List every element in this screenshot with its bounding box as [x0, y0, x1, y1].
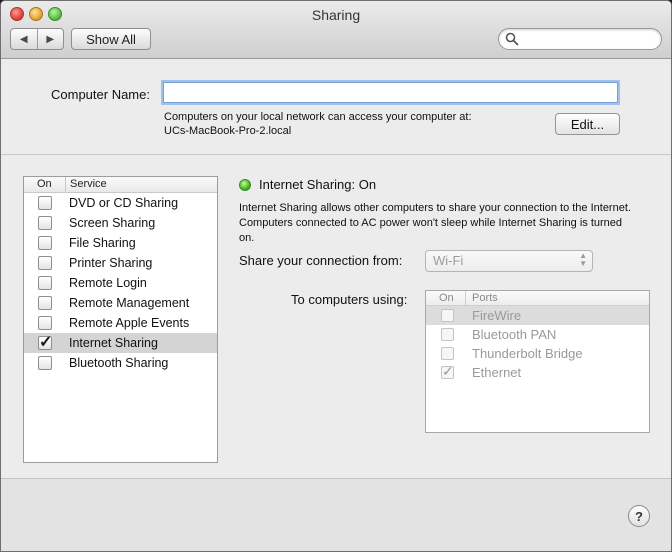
service-checkbox[interactable]	[38, 196, 52, 210]
computer-name-label: Computer Name:	[51, 87, 150, 102]
to-computers-label: To computers using:	[291, 292, 408, 307]
service-label: Printer Sharing	[69, 256, 153, 270]
search-field[interactable]	[498, 28, 662, 50]
ports-list: On Ports FireWire Bluetooth PAN Thunderb…	[425, 290, 650, 433]
service-label: Remote Login	[69, 276, 147, 290]
col-service-header[interactable]: Service	[70, 178, 107, 190]
share-from-label: Share your connection from:	[239, 253, 403, 268]
service-row-remote-login[interactable]: Remote Login	[24, 273, 217, 293]
service-row-screen-sharing[interactable]: Screen Sharing	[24, 213, 217, 233]
services-list-header: On Service	[24, 177, 217, 193]
search-icon	[505, 32, 519, 46]
service-row-dvd[interactable]: DVD or CD Sharing	[24, 193, 217, 213]
service-label: Bluetooth Sharing	[69, 356, 169, 370]
service-label: DVD or CD Sharing	[69, 196, 179, 210]
port-label: FireWire	[472, 308, 522, 323]
ports-list-header: On Ports	[426, 291, 649, 306]
service-row-printer-sharing[interactable]: Printer Sharing	[24, 253, 217, 273]
ports-col-on-header[interactable]: On	[439, 292, 454, 304]
service-checkbox[interactable]	[38, 216, 52, 230]
checkmark-icon: ✓	[39, 334, 53, 351]
service-row-remote-apple-events[interactable]: Remote Apple Events	[24, 313, 217, 333]
service-row-remote-management[interactable]: Remote Management	[24, 293, 217, 313]
service-label: Internet Sharing	[69, 336, 158, 350]
back-arrow-icon: ◀	[19, 33, 28, 45]
popup-arrows-icon: ▲ ▼	[579, 251, 587, 268]
port-label: Ethernet	[472, 365, 522, 380]
share-from-value: Wi-Fi	[433, 253, 464, 268]
checkmark-icon: ✓	[442, 363, 454, 379]
port-checkbox[interactable]	[441, 347, 454, 360]
service-label: File Sharing	[69, 236, 136, 250]
forward-arrow-icon: ▶	[46, 33, 55, 45]
section-divider	[1, 154, 671, 155]
port-checkbox[interactable]	[441, 328, 454, 341]
service-label: Remote Apple Events	[69, 316, 190, 330]
column-divider	[65, 177, 66, 192]
col-on-header[interactable]: On	[37, 178, 52, 190]
service-label: Screen Sharing	[69, 216, 156, 230]
services-list: On Service DVD or CD Sharing Screen Shar…	[23, 176, 218, 463]
sharing-window: Sharing ◀ ▶ Show All Computer Name: Comp…	[0, 0, 672, 552]
port-row-thunderbolt-bridge[interactable]: Thunderbolt Bridge	[426, 344, 649, 363]
service-checkbox[interactable]: ✓	[38, 334, 52, 351]
service-checkbox[interactable]	[38, 316, 52, 330]
show-all-button[interactable]: Show All	[71, 28, 151, 50]
service-row-bluetooth-sharing[interactable]: Bluetooth Sharing	[24, 353, 217, 373]
port-label: Bluetooth PAN	[472, 327, 557, 342]
status-title: Internet Sharing: On	[259, 177, 377, 192]
service-row-internet-sharing[interactable]: ✓ Internet Sharing	[24, 333, 217, 353]
toolbar: Sharing ◀ ▶ Show All	[1, 1, 671, 59]
service-row-file-sharing[interactable]: File Sharing	[24, 233, 217, 253]
service-label: Remote Management	[69, 296, 190, 310]
edit-button[interactable]: Edit...	[555, 113, 620, 135]
service-checkbox[interactable]	[38, 256, 52, 270]
service-checkbox[interactable]	[38, 356, 52, 370]
forward-button[interactable]: ▶	[36, 29, 64, 49]
port-row-firewire[interactable]: FireWire	[426, 306, 649, 325]
port-label: Thunderbolt Bridge	[472, 346, 583, 361]
port-checkbox[interactable]: ✓	[441, 363, 454, 379]
back-button[interactable]: ◀	[11, 29, 37, 49]
service-checkbox[interactable]	[38, 276, 52, 290]
computer-name-input[interactable]	[163, 82, 618, 103]
status-indicator-icon	[239, 179, 251, 191]
port-checkbox[interactable]	[441, 309, 454, 322]
bottom-bar	[1, 478, 671, 551]
share-from-popup[interactable]: Wi-Fi ▲ ▼	[425, 250, 593, 272]
column-divider	[465, 291, 466, 305]
service-checkbox[interactable]	[38, 236, 52, 250]
window-title: Sharing	[311, 7, 361, 23]
help-button[interactable]: ?	[628, 505, 650, 527]
port-row-ethernet[interactable]: ✓ Ethernet	[426, 363, 649, 382]
ports-col-ports-header[interactable]: Ports	[472, 292, 498, 304]
service-checkbox[interactable]	[38, 296, 52, 310]
service-description: Internet Sharing allows other computers …	[239, 202, 631, 244]
back-forward-group: ◀ ▶	[10, 28, 64, 50]
network-address-info: Computers on your local network can acce…	[164, 111, 472, 123]
port-row-bluetooth-pan[interactable]: Bluetooth PAN	[426, 325, 649, 344]
local-hostname: UCs-MacBook-Pro-2.local	[164, 125, 292, 137]
